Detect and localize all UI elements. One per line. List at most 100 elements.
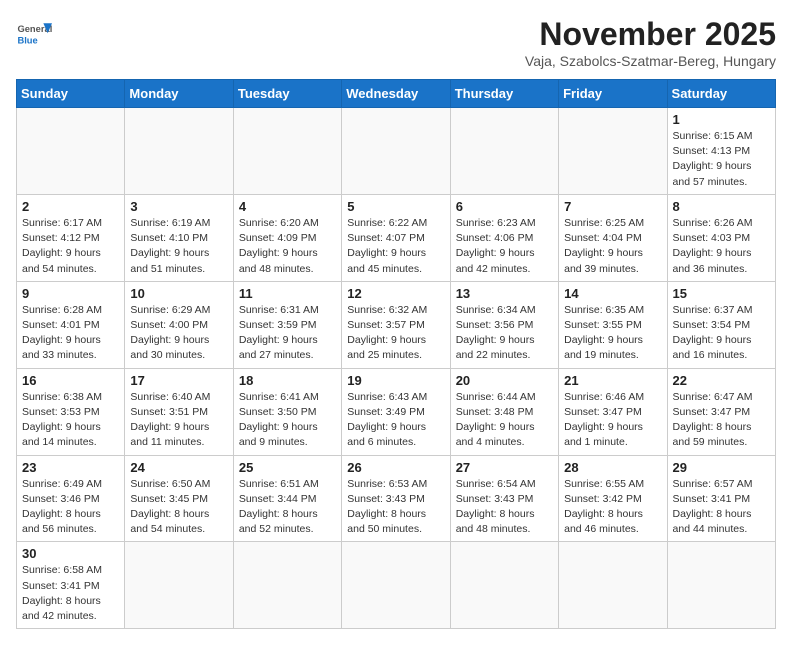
calendar-cell: 30 Sunrise: 6:58 AM Sunset: 3:41 PM Dayli… — [17, 542, 125, 629]
day-info: Sunrise: 6:53 AM Sunset: 3:43 PM Dayligh… — [347, 477, 444, 538]
calendar-cell — [342, 108, 450, 195]
day-info: Sunrise: 6:57 AM Sunset: 3:41 PM Dayligh… — [673, 477, 770, 538]
day-number: 26 — [347, 460, 444, 475]
day-number: 15 — [673, 286, 770, 301]
calendar-cell: 23Sunrise: 6:49 AM Sunset: 3:46 PM Dayli… — [17, 455, 125, 542]
calendar-cell: 16 Sunrise: 6:38 AM Sunset: 3:53 PM Dayli… — [17, 368, 125, 455]
day-number: 22 — [673, 373, 770, 388]
day-info: Sunrise: 6:19 AM Sunset: 4:10 PM Dayligh… — [130, 216, 227, 277]
calendar-cell: 4Sunrise: 6:20 AM Sunset: 4:09 PM Daylig… — [233, 194, 341, 281]
calendar-cell — [17, 108, 125, 195]
logo-icon: General Blue — [16, 16, 52, 52]
day-info: Sunrise: 6:44 AM Sunset: 3:48 PM Dayligh… — [456, 390, 553, 451]
day-info: Sunrise: 6:34 AM Sunset: 3:56 PM Dayligh… — [456, 303, 553, 364]
calendar-cell: 20 Sunrise: 6:44 AM Sunset: 3:48 PM Dayli… — [450, 368, 558, 455]
calendar-header-row: SundayMondayTuesdayWednesdayThursdayFrid… — [17, 80, 776, 108]
calendar-cell — [233, 542, 341, 629]
calendar-cell: 14 Sunrise: 6:35 AM Sunset: 3:55 PM Dayli… — [559, 281, 667, 368]
day-number: 6 — [456, 199, 553, 214]
day-number: 30 — [22, 546, 119, 561]
day-info: Sunrise: 6:26 AM Sunset: 4:03 PM Dayligh… — [673, 216, 770, 277]
calendar-cell — [233, 108, 341, 195]
day-info: Sunrise: 6:46 AM Sunset: 3:47 PM Dayligh… — [564, 390, 661, 451]
day-info: Sunrise: 6:47 AM Sunset: 3:47 PM Dayligh… — [673, 390, 770, 451]
day-number: 7 — [564, 199, 661, 214]
calendar-cell: 22 Sunrise: 6:47 AM Sunset: 3:47 PM Dayli… — [667, 368, 775, 455]
day-number: 1 — [673, 112, 770, 127]
day-number: 24 — [130, 460, 227, 475]
day-number: 19 — [347, 373, 444, 388]
svg-text:Blue: Blue — [17, 35, 37, 45]
weekday-header-monday: Monday — [125, 80, 233, 108]
calendar-cell — [125, 542, 233, 629]
calendar-week-1: 2 Sunrise: 6:17 AM Sunset: 4:12 PM Daylig… — [17, 194, 776, 281]
calendar-body: 1 Sunrise: 6:15 AM Sunset: 4:13 PM Daylig… — [17, 108, 776, 629]
day-number: 2 — [22, 199, 119, 214]
day-info: Sunrise: 6:29 AM Sunset: 4:00 PM Dayligh… — [130, 303, 227, 364]
calendar-cell: 25 Sunrise: 6:51 AM Sunset: 3:44 PM Dayli… — [233, 455, 341, 542]
day-number: 8 — [673, 199, 770, 214]
day-info: Sunrise: 6:58 AM Sunset: 3:41 PM Dayligh… — [22, 563, 119, 624]
weekday-header-tuesday: Tuesday — [233, 80, 341, 108]
day-info: Sunrise: 6:32 AM Sunset: 3:57 PM Dayligh… — [347, 303, 444, 364]
day-info: Sunrise: 6:28 AM Sunset: 4:01 PM Dayligh… — [22, 303, 119, 364]
logo: General Blue — [16, 16, 52, 52]
day-number: 29 — [673, 460, 770, 475]
location-label: Vaja, Szabolcs-Szatmar-Bereg, Hungary — [525, 53, 776, 69]
day-info: Sunrise: 6:38 AM Sunset: 3:53 PM Dayligh… — [22, 390, 119, 451]
weekday-header-saturday: Saturday — [667, 80, 775, 108]
calendar-cell: 29 Sunrise: 6:57 AM Sunset: 3:41 PM Dayli… — [667, 455, 775, 542]
day-number: 17 — [130, 373, 227, 388]
title-block: November 2025 Vaja, Szabolcs-Szatmar-Ber… — [525, 16, 776, 69]
day-number: 16 — [22, 373, 119, 388]
calendar-cell: 26 Sunrise: 6:53 AM Sunset: 3:43 PM Dayli… — [342, 455, 450, 542]
calendar-cell — [667, 542, 775, 629]
calendar-cell: 27Sunrise: 6:54 AM Sunset: 3:43 PM Dayli… — [450, 455, 558, 542]
day-number: 3 — [130, 199, 227, 214]
calendar-week-5: 30 Sunrise: 6:58 AM Sunset: 3:41 PM Dayli… — [17, 542, 776, 629]
day-number: 27 — [456, 460, 553, 475]
day-info: Sunrise: 6:15 AM Sunset: 4:13 PM Dayligh… — [673, 129, 770, 190]
day-info: Sunrise: 6:17 AM Sunset: 4:12 PM Dayligh… — [22, 216, 119, 277]
day-info: Sunrise: 6:35 AM Sunset: 3:55 PM Dayligh… — [564, 303, 661, 364]
day-info: Sunrise: 6:41 AM Sunset: 3:50 PM Dayligh… — [239, 390, 336, 451]
day-number: 14 — [564, 286, 661, 301]
calendar-cell: 1 Sunrise: 6:15 AM Sunset: 4:13 PM Daylig… — [667, 108, 775, 195]
calendar-cell: 17 Sunrise: 6:40 AM Sunset: 3:51 PM Dayli… — [125, 368, 233, 455]
day-number: 28 — [564, 460, 661, 475]
day-info: Sunrise: 6:51 AM Sunset: 3:44 PM Dayligh… — [239, 477, 336, 538]
calendar-cell: 19Sunrise: 6:43 AM Sunset: 3:49 PM Dayli… — [342, 368, 450, 455]
day-number: 18 — [239, 373, 336, 388]
calendar-cell: 5 Sunrise: 6:22 AM Sunset: 4:07 PM Daylig… — [342, 194, 450, 281]
day-info: Sunrise: 6:31 AM Sunset: 3:59 PM Dayligh… — [239, 303, 336, 364]
calendar-cell: 11Sunrise: 6:31 AM Sunset: 3:59 PM Dayli… — [233, 281, 341, 368]
calendar-cell: 12 Sunrise: 6:32 AM Sunset: 3:57 PM Dayli… — [342, 281, 450, 368]
day-number: 5 — [347, 199, 444, 214]
calendar-cell: 24Sunrise: 6:50 AM Sunset: 3:45 PM Dayli… — [125, 455, 233, 542]
day-number: 4 — [239, 199, 336, 214]
day-number: 23 — [22, 460, 119, 475]
calendar-cell — [559, 542, 667, 629]
calendar-cell: 9Sunrise: 6:28 AM Sunset: 4:01 PM Daylig… — [17, 281, 125, 368]
calendar-cell: 13Sunrise: 6:34 AM Sunset: 3:56 PM Dayli… — [450, 281, 558, 368]
weekday-header-wednesday: Wednesday — [342, 80, 450, 108]
calendar-table: SundayMondayTuesdayWednesdayThursdayFrid… — [16, 79, 776, 629]
day-info: Sunrise: 6:37 AM Sunset: 3:54 PM Dayligh… — [673, 303, 770, 364]
day-number: 12 — [347, 286, 444, 301]
day-number: 10 — [130, 286, 227, 301]
calendar-cell: 2 Sunrise: 6:17 AM Sunset: 4:12 PM Daylig… — [17, 194, 125, 281]
day-info: Sunrise: 6:40 AM Sunset: 3:51 PM Dayligh… — [130, 390, 227, 451]
calendar-cell: 3 Sunrise: 6:19 AM Sunset: 4:10 PM Daylig… — [125, 194, 233, 281]
calendar-week-0: 1 Sunrise: 6:15 AM Sunset: 4:13 PM Daylig… — [17, 108, 776, 195]
calendar-cell — [342, 542, 450, 629]
day-info: Sunrise: 6:55 AM Sunset: 3:42 PM Dayligh… — [564, 477, 661, 538]
calendar-cell: 15 Sunrise: 6:37 AM Sunset: 3:54 PM Dayli… — [667, 281, 775, 368]
day-number: 21 — [564, 373, 661, 388]
day-info: Sunrise: 6:22 AM Sunset: 4:07 PM Dayligh… — [347, 216, 444, 277]
calendar-cell: 18 Sunrise: 6:41 AM Sunset: 3:50 PM Dayli… — [233, 368, 341, 455]
calendar-cell: 8 Sunrise: 6:26 AM Sunset: 4:03 PM Daylig… — [667, 194, 775, 281]
calendar-cell — [559, 108, 667, 195]
day-info: Sunrise: 6:25 AM Sunset: 4:04 PM Dayligh… — [564, 216, 661, 277]
day-number: 20 — [456, 373, 553, 388]
day-number: 25 — [239, 460, 336, 475]
